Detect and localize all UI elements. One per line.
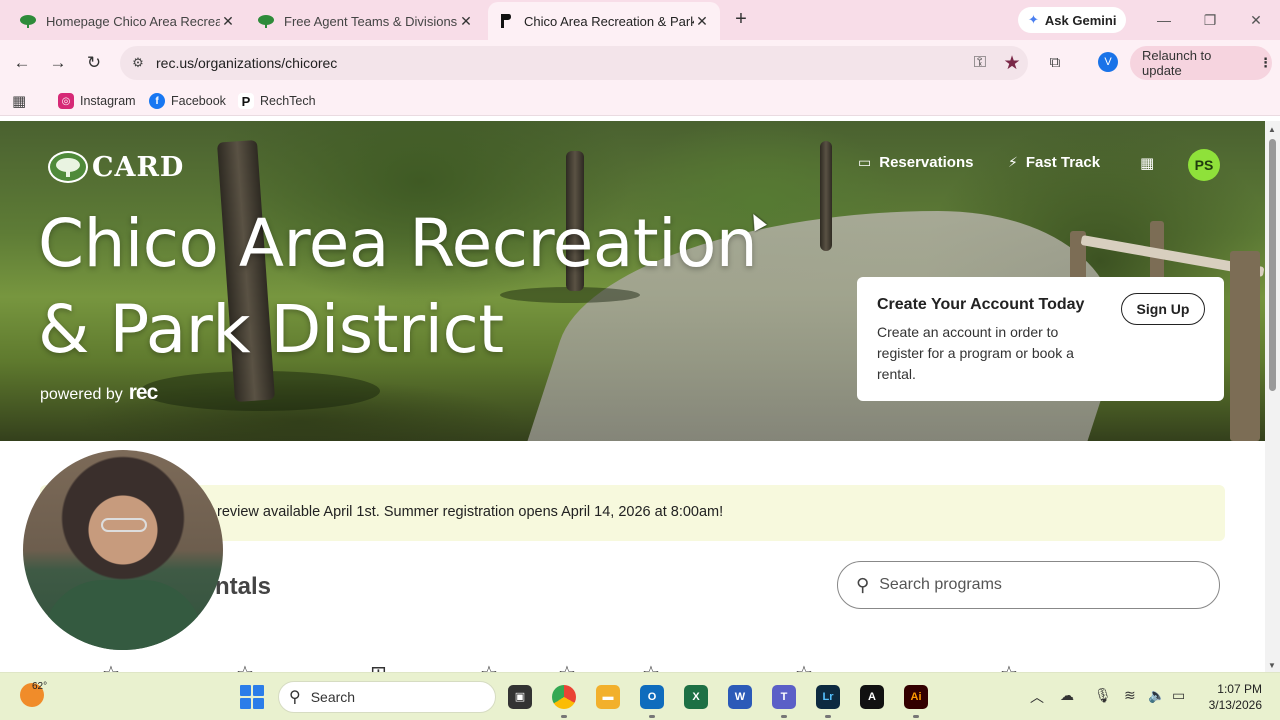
browser-toolbar: ← → ↻ ⚙ rec.us/organizations/chicorec ⚿ … — [0, 40, 1280, 86]
tree-trunk — [820, 141, 832, 251]
apps-grid-icon[interactable]: ▦ — [1140, 156, 1156, 172]
create-account-card: Create Your Account Today Create an acco… — [857, 277, 1224, 401]
scroll-thumb[interactable] — [1269, 139, 1276, 391]
user-avatar[interactable]: PS — [1188, 149, 1220, 181]
close-tab-icon[interactable]: ✕ — [220, 13, 236, 30]
minimize-icon[interactable]: — — [1152, 8, 1176, 32]
file-explorer-icon[interactable]: ▬ — [596, 685, 620, 709]
bookmarks-bar: ▦ ◎ Instagram f Facebook P RechTech — [0, 86, 1280, 116]
bookmark-facebook[interactable]: f Facebook — [149, 91, 226, 111]
star-icon[interactable]: ☆ — [642, 661, 660, 672]
back-arrow-icon[interactable]: ← — [10, 51, 34, 75]
card-tree-icon — [48, 151, 88, 183]
court-icon[interactable]: ⊞ — [370, 661, 387, 672]
battery-icon[interactable]: ▭ — [1172, 687, 1185, 704]
scroll-down-icon[interactable]: ▼ — [1268, 661, 1276, 670]
webcam-person — [43, 580, 203, 650]
chevron-up-icon[interactable]: ︿ — [1030, 687, 1044, 707]
close-tab-icon[interactable]: ✕ — [694, 13, 710, 30]
sign-up-button[interactable]: Sign Up — [1121, 293, 1205, 325]
page-scrollbar[interactable]: ▲ ▼ — [1265, 121, 1280, 672]
search-programs[interactable]: ⚲ — [837, 561, 1220, 609]
onedrive-icon[interactable]: ☁ — [1060, 687, 1074, 704]
ask-gemini-button[interactable]: ✦ Ask Gemini — [1018, 7, 1127, 33]
window-close-icon[interactable]: ✕ — [1244, 8, 1268, 32]
windows-taskbar: 62° ⚲ Search ▣ ▬ O X W T Lr A Ai ︿ ☁ 🎙 ≋… — [0, 672, 1280, 720]
rec-icon: P — [238, 93, 254, 109]
card-tree-icon — [258, 13, 274, 29]
tab-homepage[interactable]: Homepage Chico Area Recreati ✕ — [10, 2, 246, 40]
site-settings-icon[interactable]: ⚙ — [120, 55, 156, 71]
close-tab-icon[interactable]: ✕ — [458, 13, 474, 30]
menu-dots-icon: ⋮ — [1259, 55, 1272, 70]
teams-icon[interactable]: T — [772, 685, 796, 718]
card-logo[interactable]: CARD — [48, 151, 184, 183]
scroll-up-icon[interactable]: ▲ — [1268, 125, 1276, 134]
search-icon: ⚲ — [289, 689, 301, 706]
lightning-icon: ⚡ — [1008, 154, 1018, 170]
search-icon: ⚲ — [856, 574, 870, 595]
star-icon[interactable]: ☆ — [236, 661, 254, 672]
bookmark-instagram[interactable]: ◎ Instagram — [58, 91, 136, 111]
star-icon[interactable]: ☆ — [102, 661, 120, 672]
tab-search-icon[interactable]: ⧉ — [1044, 52, 1066, 74]
weather-temperature: 62° — [32, 681, 48, 692]
section-title: ntals — [215, 573, 272, 600]
star-icon[interactable]: ☆ — [558, 661, 576, 672]
webcam-overlay — [23, 450, 223, 650]
gemini-sparkle-icon: ✦ — [1028, 12, 1039, 27]
reservations-link[interactable]: ▭ Reservations — [858, 154, 973, 171]
powered-by-rec[interactable]: powered by rec — [40, 381, 158, 405]
system-clock[interactable]: 1:07 PM 3/13/2026 — [1198, 681, 1262, 713]
url-text[interactable]: rec.us/organizations/chicorec — [156, 55, 964, 71]
volume-icon[interactable]: 🔈 — [1148, 687, 1165, 704]
relaunch-button[interactable]: Relaunch to update ⋮ — [1130, 46, 1272, 80]
excel-icon[interactable]: X — [684, 685, 708, 709]
hero-image: CARD ▭ Reservations ⚡ Fast Track ▦ PS Ch… — [0, 121, 1265, 441]
profile-avatar[interactable]: V — [1098, 52, 1118, 72]
creative-cloud-icon[interactable]: A — [860, 685, 884, 709]
illustrator-icon[interactable]: Ai — [904, 685, 928, 718]
star-icon[interactable]: ☆ — [795, 661, 813, 672]
chrome-icon[interactable] — [552, 685, 576, 718]
bookmark-star-icon[interactable]: ★ — [996, 52, 1028, 75]
windows-start-icon[interactable] — [240, 685, 264, 709]
task-view-icon[interactable]: ▣ — [508, 685, 532, 709]
fast-track-link[interactable]: ⚡ Fast Track — [1008, 154, 1100, 171]
facebook-icon: f — [149, 93, 165, 109]
search-input[interactable] — [879, 576, 1180, 594]
tab-free-agent[interactable]: Free Agent Teams & Divisions - ✕ — [248, 2, 484, 40]
instagram-icon: ◎ — [58, 93, 74, 109]
reload-icon[interactable]: ↻ — [82, 51, 106, 75]
taskbar-search[interactable]: ⚲ Search — [278, 681, 496, 713]
new-tab-button[interactable]: + — [730, 8, 752, 30]
word-icon[interactable]: W — [728, 685, 752, 709]
outlook-icon[interactable]: O — [640, 685, 664, 718]
calendar-icon: ▭ — [858, 154, 872, 170]
apps-grid-icon[interactable]: ▦ — [12, 91, 26, 111]
restore-icon[interactable]: ❐ — [1198, 8, 1222, 32]
card-body: Create an account in order to register f… — [877, 324, 1074, 382]
wifi-icon[interactable]: ≋ — [1124, 687, 1136, 704]
star-icon[interactable]: ☆ — [1000, 661, 1018, 672]
lightroom-icon[interactable]: Lr — [816, 685, 840, 718]
tab-chico-rec[interactable]: Chico Area Recreation & Park D ✕ — [488, 2, 720, 40]
password-key-icon[interactable]: ⚿ — [964, 54, 996, 72]
page-title: Chico Area Recreation & Park District — [38, 205, 758, 368]
star-icon[interactable]: ☆ — [480, 661, 498, 672]
microphone-icon[interactable]: 🎙 — [1094, 687, 1112, 704]
card-tree-icon — [20, 13, 36, 29]
tab-strip: Homepage Chico Area Recreati ✕ Free Agen… — [0, 0, 1280, 40]
fence-post — [1230, 251, 1260, 441]
forward-arrow-icon[interactable]: → — [46, 51, 70, 75]
announcement-text: review available April 1st. Summer regis… — [217, 504, 724, 520]
address-bar[interactable]: ⚙ rec.us/organizations/chicorec ⚿ ★ — [120, 46, 1028, 80]
bookmark-rechtech[interactable]: P RechTech — [238, 91, 316, 111]
webcam-glasses — [101, 518, 147, 532]
rec-icon — [498, 13, 514, 29]
